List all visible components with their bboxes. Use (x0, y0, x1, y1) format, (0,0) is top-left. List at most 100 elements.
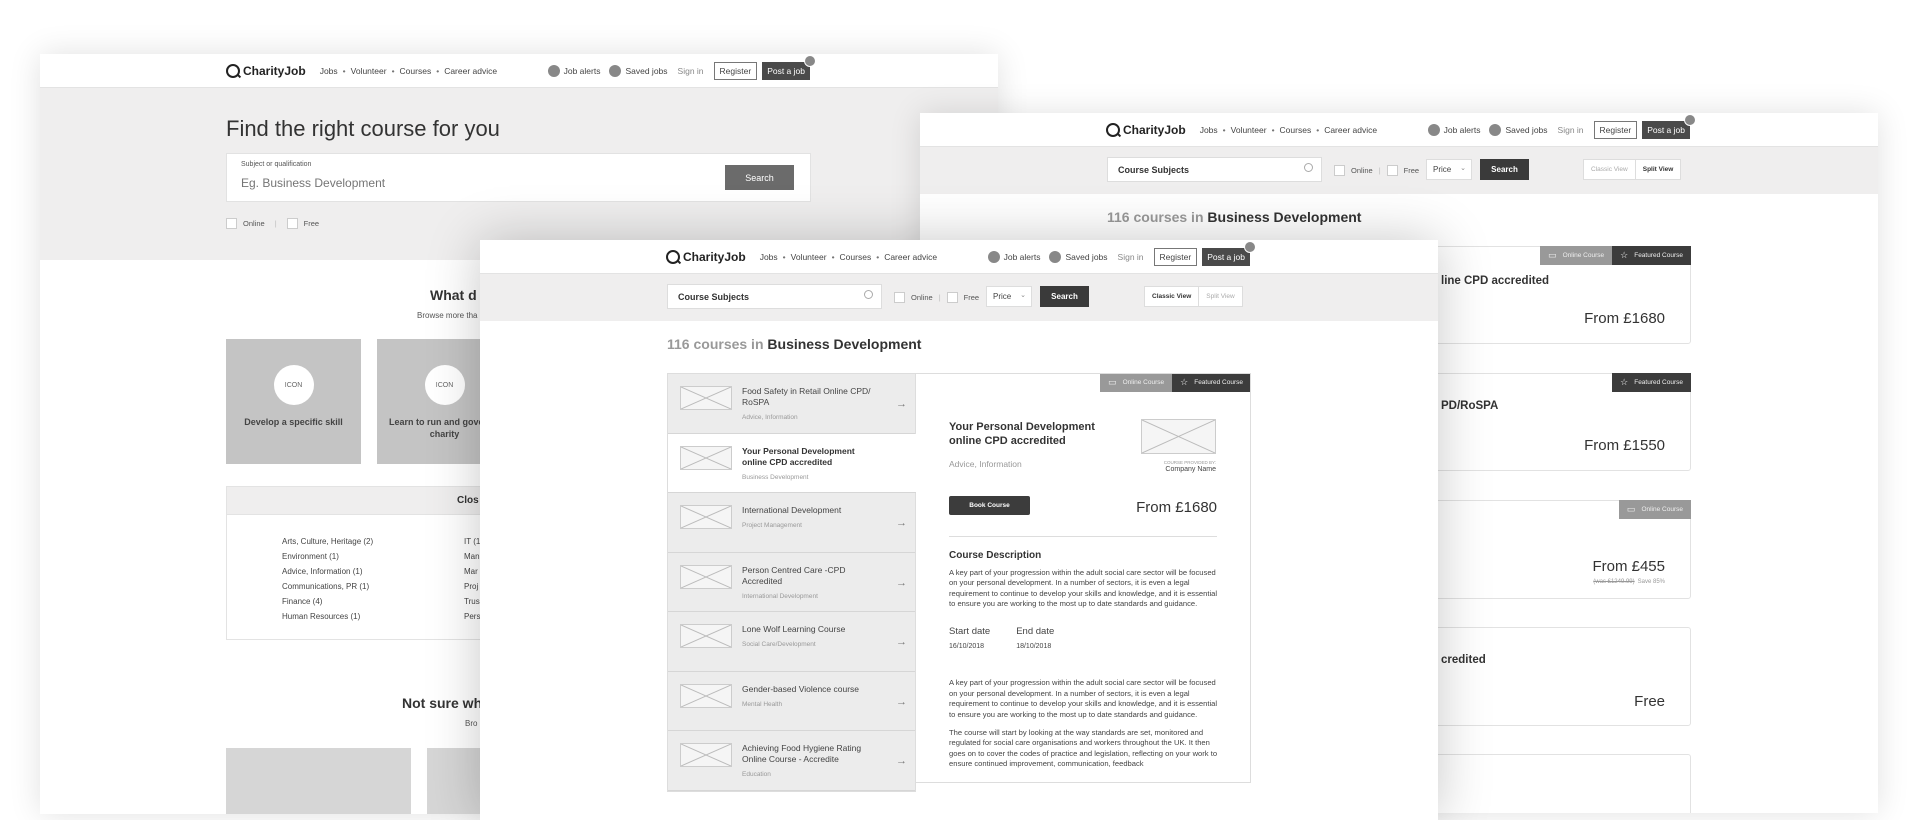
course-subjects-input[interactable]: Course Subjects (667, 284, 882, 309)
category-link[interactable]: Trus (464, 594, 480, 609)
course-category: Business Development (742, 473, 809, 481)
online-course-tag: ▭ Online Course (1100, 374, 1173, 392)
course-price: Free (1634, 693, 1665, 710)
promo-card[interactable] (226, 748, 411, 814)
category-link[interactable]: IT (1 (464, 534, 480, 549)
classic-view-button[interactable]: Classic View (1584, 160, 1635, 179)
nav-jobs[interactable]: Jobs (760, 252, 778, 262)
book-course-button[interactable]: Book Course (949, 496, 1030, 515)
search-button[interactable]: Search (1480, 159, 1529, 180)
category-link[interactable]: Finance (4) (282, 594, 373, 609)
job-alerts-link[interactable]: Job alerts (1427, 124, 1480, 136)
nav-jobs[interactable]: Jobs (1200, 125, 1218, 135)
job-alerts-link[interactable]: Job alerts (547, 65, 601, 77)
category-link[interactable]: Human Resources (1) (282, 609, 373, 624)
category-card[interactable]: ICON Develop a specific skill (226, 339, 361, 464)
monitor-icon: ▭ (1108, 377, 1117, 387)
categories-column: Arts, Culture, Heritage (2) Environment … (282, 534, 373, 624)
nav-volunteer[interactable]: Volunteer (791, 252, 827, 262)
post-job-label: Post a job (1647, 125, 1685, 135)
online-checkbox[interactable] (894, 292, 905, 303)
price-select[interactable]: Price ⌄ (1426, 159, 1472, 180)
list-item[interactable]: → Gender-based Violence course Mental Heal… (668, 671, 915, 731)
list-item[interactable]: → Achieving Food Hygiene Rating Online Co… (668, 731, 915, 791)
sign-in-link[interactable]: Sign in (678, 66, 704, 76)
nav-separator: • (391, 66, 395, 76)
search-button[interactable]: Search (1040, 286, 1089, 307)
nav-volunteer[interactable]: Volunteer (1231, 125, 1267, 135)
subject-search-input[interactable] (241, 176, 681, 190)
category-link[interactable]: Pers (464, 609, 480, 624)
nav-career-advice[interactable]: Career advice (884, 252, 937, 262)
course-subjects-input[interactable]: Course Subjects (1107, 157, 1322, 182)
category-link[interactable]: Advice, Information (1) (282, 564, 373, 579)
sign-in-link[interactable]: Sign in (1118, 252, 1144, 262)
nav-career-advice[interactable]: Career advice (1324, 125, 1377, 135)
list-item[interactable]: → Lone Wolf Learning Course Social Care/De… (668, 612, 915, 672)
split-view-button[interactable]: Split View (1634, 160, 1681, 179)
sign-in-link[interactable]: Sign in (1558, 125, 1584, 135)
price-select[interactable]: Price ⌄ (986, 286, 1032, 307)
job-alerts-link[interactable]: Job alerts (987, 251, 1040, 263)
category-link[interactable]: Man (464, 549, 480, 564)
logo-text: CharityJob (243, 64, 306, 78)
register-button[interactable]: Register (1593, 121, 1638, 139)
post-job-button[interactable]: Post a job (1642, 114, 1696, 139)
list-item[interactable]: Your Personal Development online CPD acc… (668, 433, 918, 493)
list-item[interactable]: → Person Centred Care -CPD Accredited Inte… (668, 552, 915, 612)
provider-logo-placeholder (1141, 419, 1216, 454)
course-title[interactable]: PD/RoSPA (1441, 400, 1498, 412)
free-label: Free (303, 219, 320, 228)
course-title[interactable]: line CPD accredited (1441, 275, 1549, 287)
charityjob-logo[interactable]: CharityJob (1106, 123, 1186, 137)
category-link[interactable]: Environment (1) (282, 549, 373, 564)
list-item[interactable]: → Food Safety in Retail Online CPD/ RoSPA… (668, 374, 915, 434)
category-link[interactable]: Arts, Culture, Heritage (2) (282, 534, 373, 549)
free-checkbox[interactable] (286, 218, 298, 229)
course-title[interactable]: credited (1441, 654, 1486, 666)
nav-career-advice[interactable]: Career advice (444, 66, 497, 76)
arrow-right-icon: → (896, 576, 907, 589)
nav-jobs[interactable]: Jobs (320, 66, 338, 76)
tags: ☆ Featured Course (1612, 373, 1691, 392)
register-button[interactable]: Register (1153, 248, 1198, 266)
charityjob-logo[interactable]: CharityJob (666, 250, 746, 264)
nav-courses[interactable]: Courses (1280, 125, 1312, 135)
free-checkbox[interactable] (946, 292, 958, 303)
hero-title: Find the right course for you (226, 116, 500, 141)
free-label: Free (963, 293, 980, 302)
post-job-button[interactable]: Post a job (762, 55, 816, 80)
nav-courses[interactable]: Courses (400, 66, 432, 76)
charityjob-logo[interactable]: CharityJob (226, 64, 306, 78)
saved-jobs-link[interactable]: Saved jobs (609, 65, 668, 77)
logo-text: CharityJob (1123, 123, 1186, 137)
subject-text: Business Development (767, 336, 922, 352)
nav-volunteer[interactable]: Volunteer (351, 66, 387, 76)
split-view-button[interactable]: Split View (1198, 287, 1241, 306)
online-checkbox[interactable] (226, 218, 237, 229)
category-link[interactable]: Proj (464, 579, 480, 594)
nav-separator: • (876, 252, 880, 262)
saved-jobs-link[interactable]: Saved jobs (1049, 251, 1108, 263)
company-name[interactable]: Company Name (1164, 466, 1216, 473)
post-job-button[interactable]: Post a job (1202, 241, 1256, 266)
job-alerts-label: Job alerts (563, 66, 601, 76)
heart-icon (609, 65, 622, 77)
count-text: 116 courses in (667, 336, 764, 352)
chevron-down-icon: ⌄ (1460, 165, 1466, 172)
nav-courses[interactable]: Courses (840, 252, 872, 262)
saved-jobs-label: Saved jobs (1505, 125, 1548, 135)
star-icon: ☆ (1620, 250, 1629, 260)
classic-view-button[interactable]: Classic View (1145, 287, 1198, 306)
free-checkbox[interactable] (1386, 165, 1398, 176)
saved-jobs-link[interactable]: Saved jobs (1489, 124, 1548, 136)
search-button[interactable]: Search (725, 165, 794, 190)
search-icon (864, 290, 873, 299)
online-checkbox[interactable] (1334, 165, 1345, 176)
register-button[interactable]: Register (713, 62, 758, 80)
category-link[interactable]: Communications, PR (1) (282, 579, 373, 594)
category-link[interactable]: Mar (464, 564, 480, 579)
list-item[interactable]: → International Development Project Manage… (668, 493, 915, 553)
logo-icon (1106, 123, 1120, 137)
start-date: 16/10/2018 (949, 642, 985, 650)
